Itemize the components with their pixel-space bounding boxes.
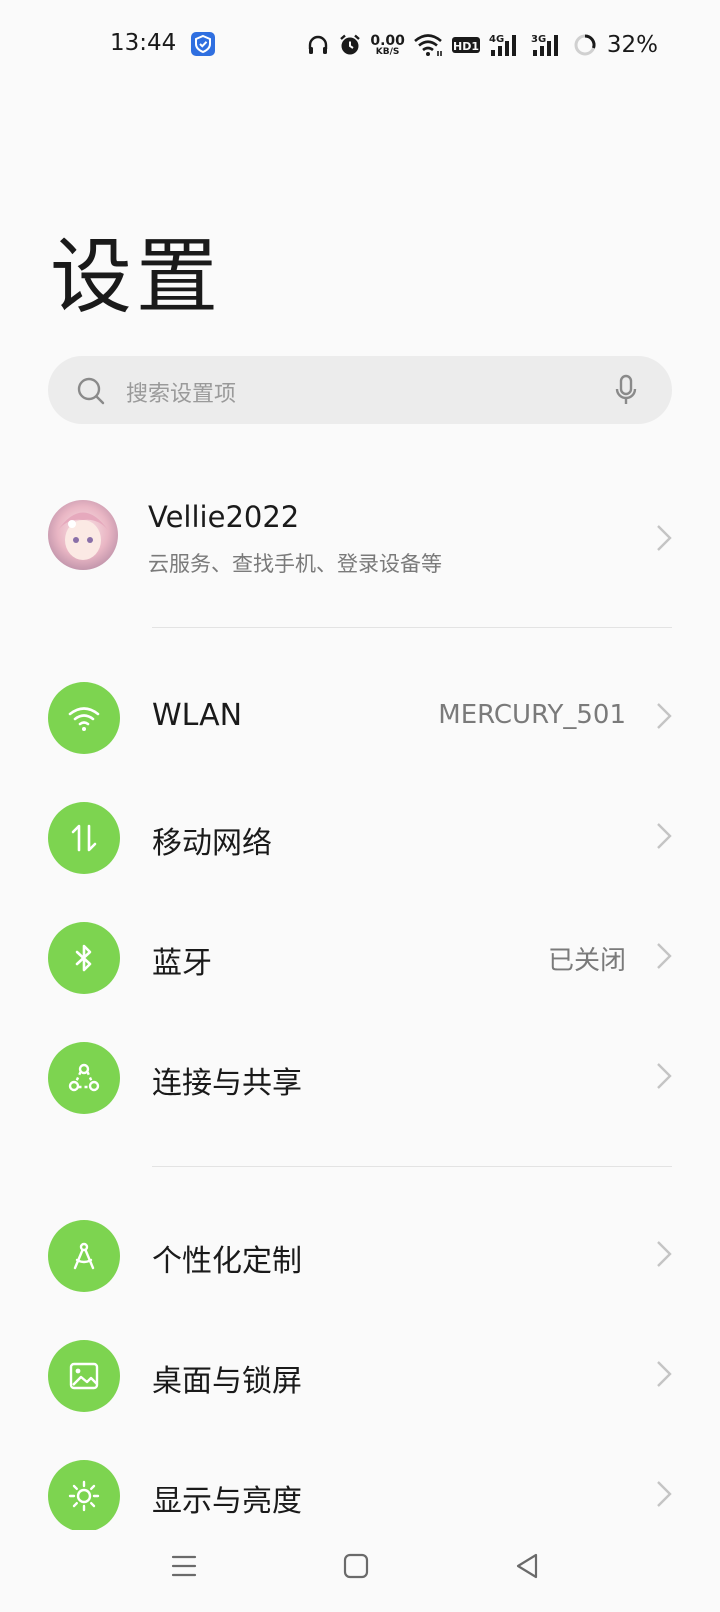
avatar <box>48 500 118 570</box>
settings-item-value: MERCURY_501 <box>438 700 626 730</box>
home-icon[interactable] <box>342 1552 370 1584</box>
divider <box>152 1166 672 1167</box>
back-icon[interactable] <box>514 1552 542 1584</box>
chevron-right-icon <box>656 524 672 556</box>
settings-item-label: WLAN <box>152 698 243 733</box>
account-subtitle: 云服务、查找手机、登录设备等 <box>148 552 442 576</box>
chevron-right-icon <box>656 1062 672 1094</box>
headphones-icon <box>306 33 330 57</box>
svg-text:4G: 4G <box>489 34 504 45</box>
settings-item-bluetooth[interactable]: 蓝牙 已关闭 <box>0 902 720 1012</box>
net-speed-unit: KB/S <box>375 46 400 57</box>
status-icons: 0.00 KB/S HD1 4G 3G 32% <box>306 28 658 62</box>
page-title: 设置 <box>50 230 223 325</box>
settings-item-wlan[interactable]: WLAN MERCURY_501 <box>0 662 720 772</box>
settings-item-value: 已关闭 <box>547 946 626 976</box>
mobile-data-icon <box>48 802 120 874</box>
settings-item-label: 连接与共享 <box>152 1066 302 1101</box>
wifi-signal-icon <box>413 33 443 57</box>
divider <box>152 627 672 628</box>
chevron-right-icon <box>656 1360 672 1392</box>
settings-item-label: 个性化定制 <box>152 1244 302 1279</box>
brightness-icon <box>48 1460 120 1532</box>
sim2-signal-icon: 3G <box>531 32 565 58</box>
settings-item-personalization[interactable]: 个性化定制 <box>0 1200 720 1310</box>
menu-icon[interactable] <box>170 1552 198 1584</box>
share-icon <box>48 1042 120 1114</box>
battery-percent: 32% <box>606 32 658 58</box>
status-bar: 13:44 0.00 KB/S HD1 4G 3G 32% <box>0 0 720 90</box>
sim1-signal-icon: 4G <box>489 32 523 58</box>
navigation-bar <box>0 1530 720 1612</box>
search-bar[interactable]: 搜索设置项 <box>48 356 672 424</box>
bluetooth-icon <box>48 922 120 994</box>
wifi-icon <box>48 682 120 754</box>
svg-text:HD1: HD1 <box>453 40 479 53</box>
chevron-right-icon <box>656 702 672 734</box>
settings-item-label: 蓝牙 <box>152 946 212 981</box>
battery-icon <box>573 33 597 57</box>
account-row[interactable]: Vellie2022 云服务、查找手机、登录设备等 <box>0 488 720 598</box>
compass-icon <box>48 1220 120 1292</box>
chevron-right-icon <box>656 822 672 854</box>
account-name: Vellie2022 <box>148 500 300 534</box>
alarm-icon <box>338 33 362 57</box>
chevron-right-icon <box>656 1240 672 1272</box>
search-input[interactable]: 搜索设置项 <box>126 376 236 408</box>
chevron-right-icon <box>656 942 672 974</box>
picture-icon <box>48 1340 120 1412</box>
svg-text:3G: 3G <box>531 34 546 45</box>
settings-item-mobile-network[interactable]: 移动网络 <box>0 782 720 892</box>
settings-item-label: 显示与亮度 <box>152 1484 302 1519</box>
hd-voice-icon: HD1 <box>451 35 481 55</box>
net-speed: 0.00 KB/S <box>370 34 405 57</box>
settings-item-label: 移动网络 <box>152 826 272 861</box>
chevron-right-icon <box>656 1480 672 1512</box>
status-time: 13:44 <box>110 30 177 56</box>
search-icon <box>76 376 106 410</box>
settings-item-desktop-lockscreen[interactable]: 桌面与锁屏 <box>0 1320 720 1430</box>
security-shield-icon <box>191 32 215 56</box>
settings-item-connection-sharing[interactable]: 连接与共享 <box>0 1022 720 1132</box>
microphone-icon[interactable] <box>614 374 638 410</box>
net-speed-value: 0.00 <box>370 32 405 49</box>
settings-item-label: 桌面与锁屏 <box>152 1364 302 1399</box>
